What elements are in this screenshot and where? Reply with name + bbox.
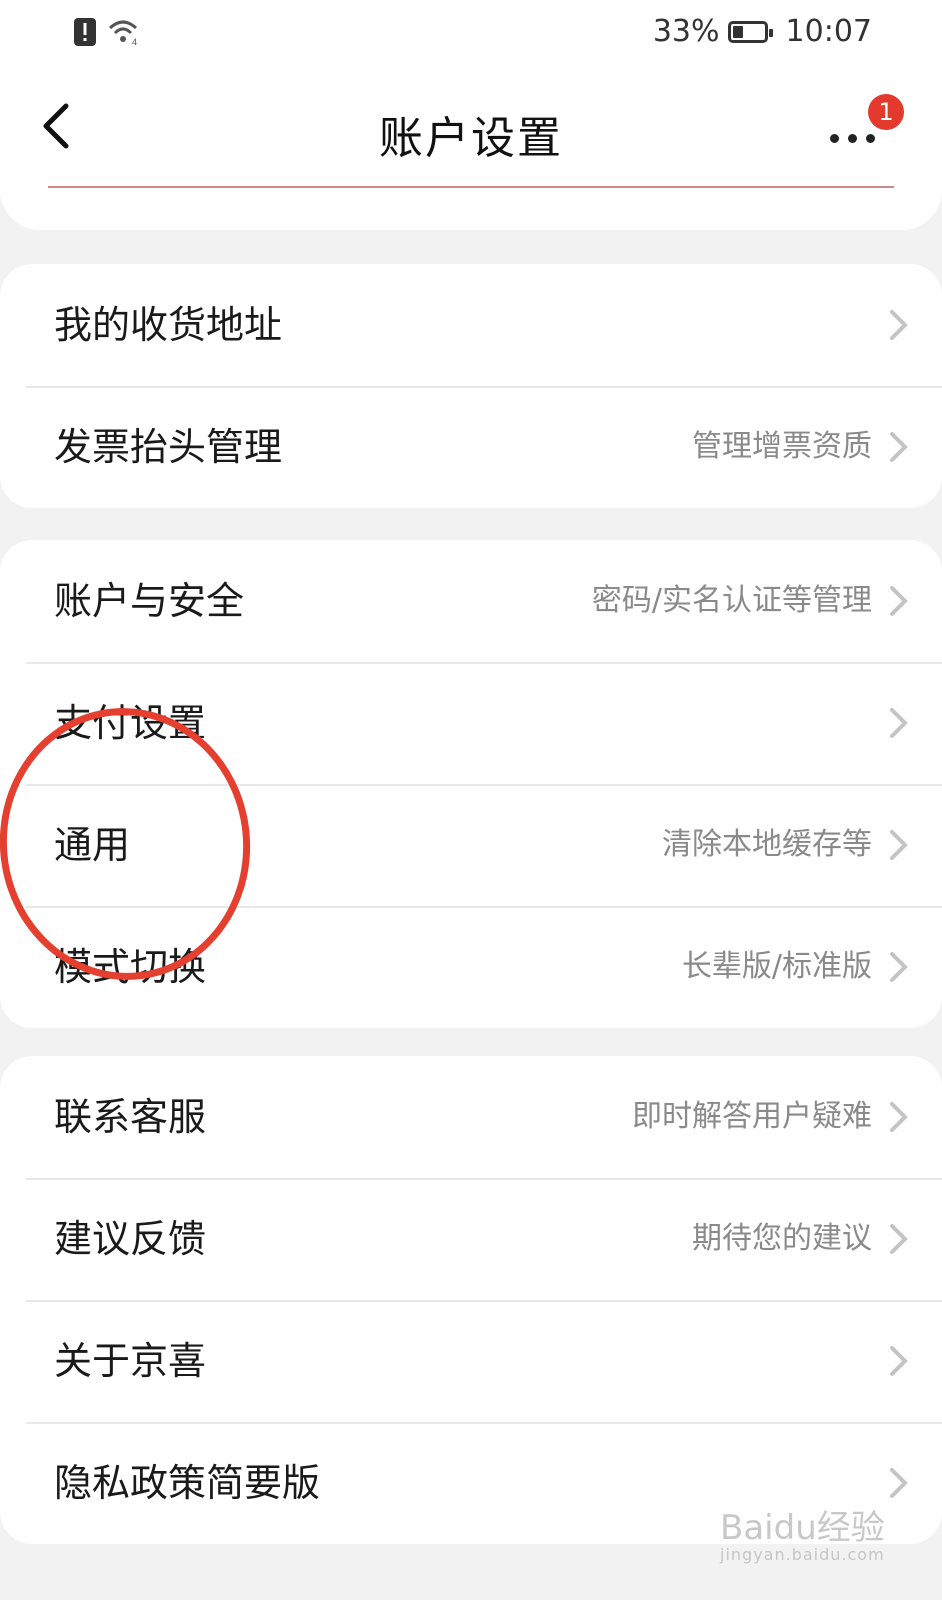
- settings-row-address[interactable]: 我的收货地址: [0, 264, 942, 386]
- settings-group-account: 账户与安全 密码/实名认证等管理 支付设置 通用 清除本地缓存等 模式切换 长辈…: [0, 540, 942, 1028]
- watermark-brand: Baidu经验: [720, 1508, 885, 1548]
- baidu-watermark: Baidu经验 jingyan.baidu.com: [720, 1500, 885, 1564]
- settings-row-account-security[interactable]: 账户与安全 密码/实名认证等管理: [0, 540, 942, 662]
- row-label: 联系客服: [54, 1095, 207, 1139]
- chevron-right-icon: [890, 1102, 908, 1132]
- row-label: 模式切换: [54, 945, 207, 989]
- row-hint: 管理增票资质: [692, 429, 872, 464]
- row-label: 账户与安全: [54, 579, 245, 623]
- settings-row-general[interactable]: 通用 清除本地缓存等: [0, 784, 942, 906]
- row-hint: 即时解答用户疑难: [632, 1099, 872, 1134]
- page-title: 账户设置: [379, 113, 563, 164]
- settings-row-invoice[interactable]: 发票抬头管理 管理增票资质: [0, 386, 942, 508]
- settings-row-customer-service[interactable]: 联系客服 即时解答用户疑难: [0, 1056, 942, 1178]
- row-label: 我的收货地址: [54, 303, 283, 347]
- header-divider: [48, 186, 894, 188]
- row-label: 关于京喜: [54, 1339, 207, 1383]
- chevron-right-icon: [890, 830, 908, 860]
- row-label: 支付设置: [54, 701, 207, 745]
- alert-icon: [74, 18, 96, 50]
- nav-header: 账户设置 1: [0, 72, 942, 230]
- chevron-right-icon: [890, 310, 908, 340]
- row-label: 隐私政策简要版: [54, 1461, 321, 1505]
- settings-row-feedback[interactable]: 建议反馈 期待您的建议: [0, 1178, 942, 1300]
- chevron-right-icon: [890, 432, 908, 462]
- row-label: 通用: [54, 823, 131, 867]
- settings-row-payment[interactable]: 支付设置: [0, 662, 942, 784]
- chevron-right-icon: [890, 952, 908, 982]
- settings-row-mode-switch[interactable]: 模式切换 长辈版/标准版: [0, 906, 942, 1028]
- battery-icon: [727, 20, 773, 43]
- chevron-right-icon: [890, 1468, 908, 1498]
- chevron-right-icon: [890, 1224, 908, 1254]
- row-label: 发票抬头管理: [54, 425, 283, 469]
- wifi-icon: 4: [108, 18, 142, 50]
- settings-group-support: 联系客服 即时解答用户疑难 建议反馈 期待您的建议 关于京喜 隐私政策简要版: [0, 1056, 942, 1544]
- notification-badge: 1: [868, 94, 904, 130]
- settings-row-about[interactable]: 关于京喜: [0, 1300, 942, 1422]
- svg-text:4: 4: [132, 37, 137, 46]
- row-hint: 长辈版/标准版: [681, 949, 872, 984]
- chevron-right-icon: [890, 1346, 908, 1376]
- settings-group-address: 我的收货地址 发票抬头管理 管理增票资质: [0, 264, 942, 508]
- chevron-right-icon: [890, 586, 908, 616]
- watermark-url: jingyan.baidu.com: [720, 1545, 885, 1564]
- row-hint: 期待您的建议: [692, 1221, 872, 1256]
- status-bar: 4 33% 10:07: [0, 0, 942, 72]
- battery-percent: 33%: [652, 14, 720, 49]
- clock: 10:07: [785, 14, 872, 49]
- row-label: 建议反馈: [54, 1217, 207, 1261]
- row-hint: 清除本地缓存等: [662, 827, 872, 862]
- row-hint: 密码/实名认证等管理: [591, 583, 872, 618]
- chevron-right-icon: [890, 708, 908, 738]
